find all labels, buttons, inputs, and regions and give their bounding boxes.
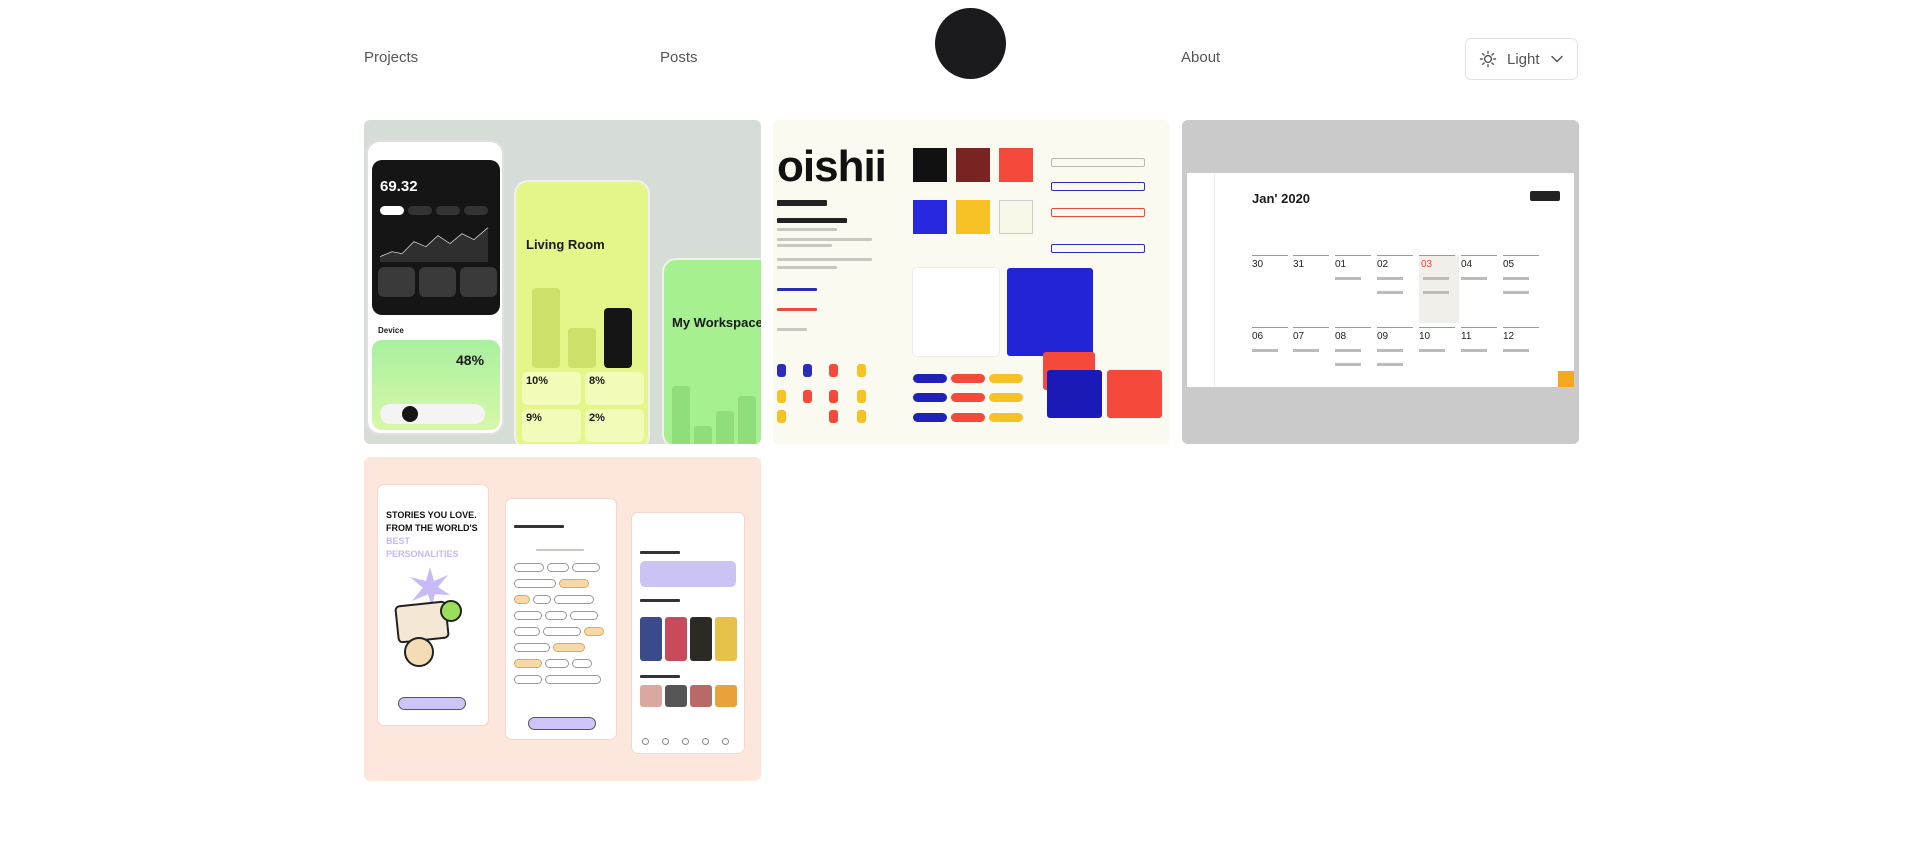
day-number: 01 <box>1335 259 1347 270</box>
color-swatch <box>913 200 947 234</box>
phone-mockup-home <box>632 513 744 753</box>
product-card-light <box>913 268 999 356</box>
day-number: 06 <box>1252 331 1264 342</box>
logo-avatar[interactable] <box>935 8 1006 79</box>
bottom-nav <box>642 738 729 745</box>
day-number: 02 <box>1377 259 1389 270</box>
color-swatch <box>956 200 990 234</box>
input-error <box>1051 208 1145 217</box>
usage-chart <box>380 227 489 262</box>
stat-value: 9% <box>522 409 581 442</box>
color-swatch <box>913 148 947 182</box>
period-tabs <box>380 206 488 215</box>
project-card-energy-app[interactable]: 69.32 Device 48% Living Room 10% 8% 9% 2… <box>364 120 761 444</box>
phone-mockup-interests <box>506 499 616 739</box>
day-number: 07 <box>1293 331 1305 342</box>
product-card-blue <box>1007 268 1093 356</box>
play-icon <box>440 600 462 622</box>
chat-launcher-icon <box>1558 371 1574 387</box>
now-playing-card <box>640 561 736 587</box>
consumption-value: 69.32 <box>380 178 418 195</box>
color-swatch <box>956 148 990 182</box>
phone-mockup-overview: 69.32 Device 48% <box>366 140 504 435</box>
day-number: 08 <box>1335 331 1347 342</box>
day-number: 31 <box>1293 259 1305 270</box>
day-number: 04 <box>1461 259 1473 270</box>
workspace-percent: 48% <box>456 352 485 368</box>
whats-new-thumbnails <box>640 685 737 707</box>
nav-about-link[interactable]: About <box>1181 49 1220 66</box>
theme-label: Light <box>1507 50 1540 68</box>
room-title: Living Room <box>526 237 605 252</box>
input-label <box>1051 244 1145 253</box>
add-event-button <box>1530 191 1560 201</box>
calendar-sidebar <box>1187 173 1215 387</box>
workspace-title: My Workspace <box>672 315 761 330</box>
project-card-calendar[interactable]: Jan' 2020 30 31 01 02 03 04 05 06 07 08 … <box>1182 120 1579 444</box>
pattern-swatch <box>1047 370 1102 418</box>
collection-thumbnails <box>640 617 737 661</box>
continue-button <box>528 717 596 730</box>
onboarding-headline: STORIES YOU LOVE. FROM THE WORLD'S BEST … <box>386 509 488 561</box>
day-number: 10 <box>1419 331 1431 342</box>
project-card-oishii[interactable]: oishii <box>773 120 1170 444</box>
theme-select-button[interactable]: Light <box>1465 38 1578 80</box>
sun-icon <box>1479 50 1497 68</box>
input-active <box>1051 182 1145 191</box>
headline-line: FROM THE WORLD'S <box>386 523 478 533</box>
stat-value: 2% <box>585 409 644 442</box>
input-normal <box>1051 158 1145 167</box>
calendar-mockup: Jan' 2020 30 31 01 02 03 04 05 06 07 08 … <box>1187 173 1574 387</box>
character-illustration <box>404 637 434 667</box>
headline-line: STORIES YOU LOVE. <box>386 510 477 520</box>
nav-posts-link[interactable]: Posts <box>660 49 698 66</box>
day-number: 09 <box>1377 331 1389 342</box>
day-number: 11 <box>1461 331 1472 342</box>
device-heading: Device <box>378 326 404 335</box>
day-number: 05 <box>1503 259 1515 270</box>
stat-tiles <box>378 267 497 297</box>
chevron-down-icon <box>1550 55 1563 63</box>
room-stats: 10% 8% 9% 2% <box>522 372 644 442</box>
project-card-stories-app[interactable]: STORIES YOU LOVE. FROM THE WORLD'S BEST … <box>364 457 761 781</box>
day-number-today: 03 <box>1421 259 1433 270</box>
stat-value: 10% <box>522 372 581 405</box>
color-swatch <box>999 200 1033 234</box>
bottom-tab-bar <box>380 404 485 424</box>
stat-value: 8% <box>585 372 644 405</box>
brand-wordmark: oishii <box>777 142 887 191</box>
color-swatch <box>999 148 1033 182</box>
headline-line: PERSONALITIES <box>386 549 459 559</box>
phone-mockup-onboarding: STORIES YOU LOVE. FROM THE WORLD'S BEST … <box>378 485 488 725</box>
headline-line: BEST <box>386 536 411 546</box>
calendar-title: Jan' 2020 <box>1252 191 1311 206</box>
lets-listen-button <box>398 697 466 710</box>
day-number: 12 <box>1503 331 1515 342</box>
day-number: 30 <box>1252 259 1264 270</box>
phone-mockup-living-room: Living Room 10% 8% 9% 2% <box>514 180 650 444</box>
phone-mockup-workspace: My Workspace <box>662 258 761 444</box>
nav-projects-link[interactable]: Projects <box>364 49 418 66</box>
pattern-swatch <box>1107 370 1162 418</box>
